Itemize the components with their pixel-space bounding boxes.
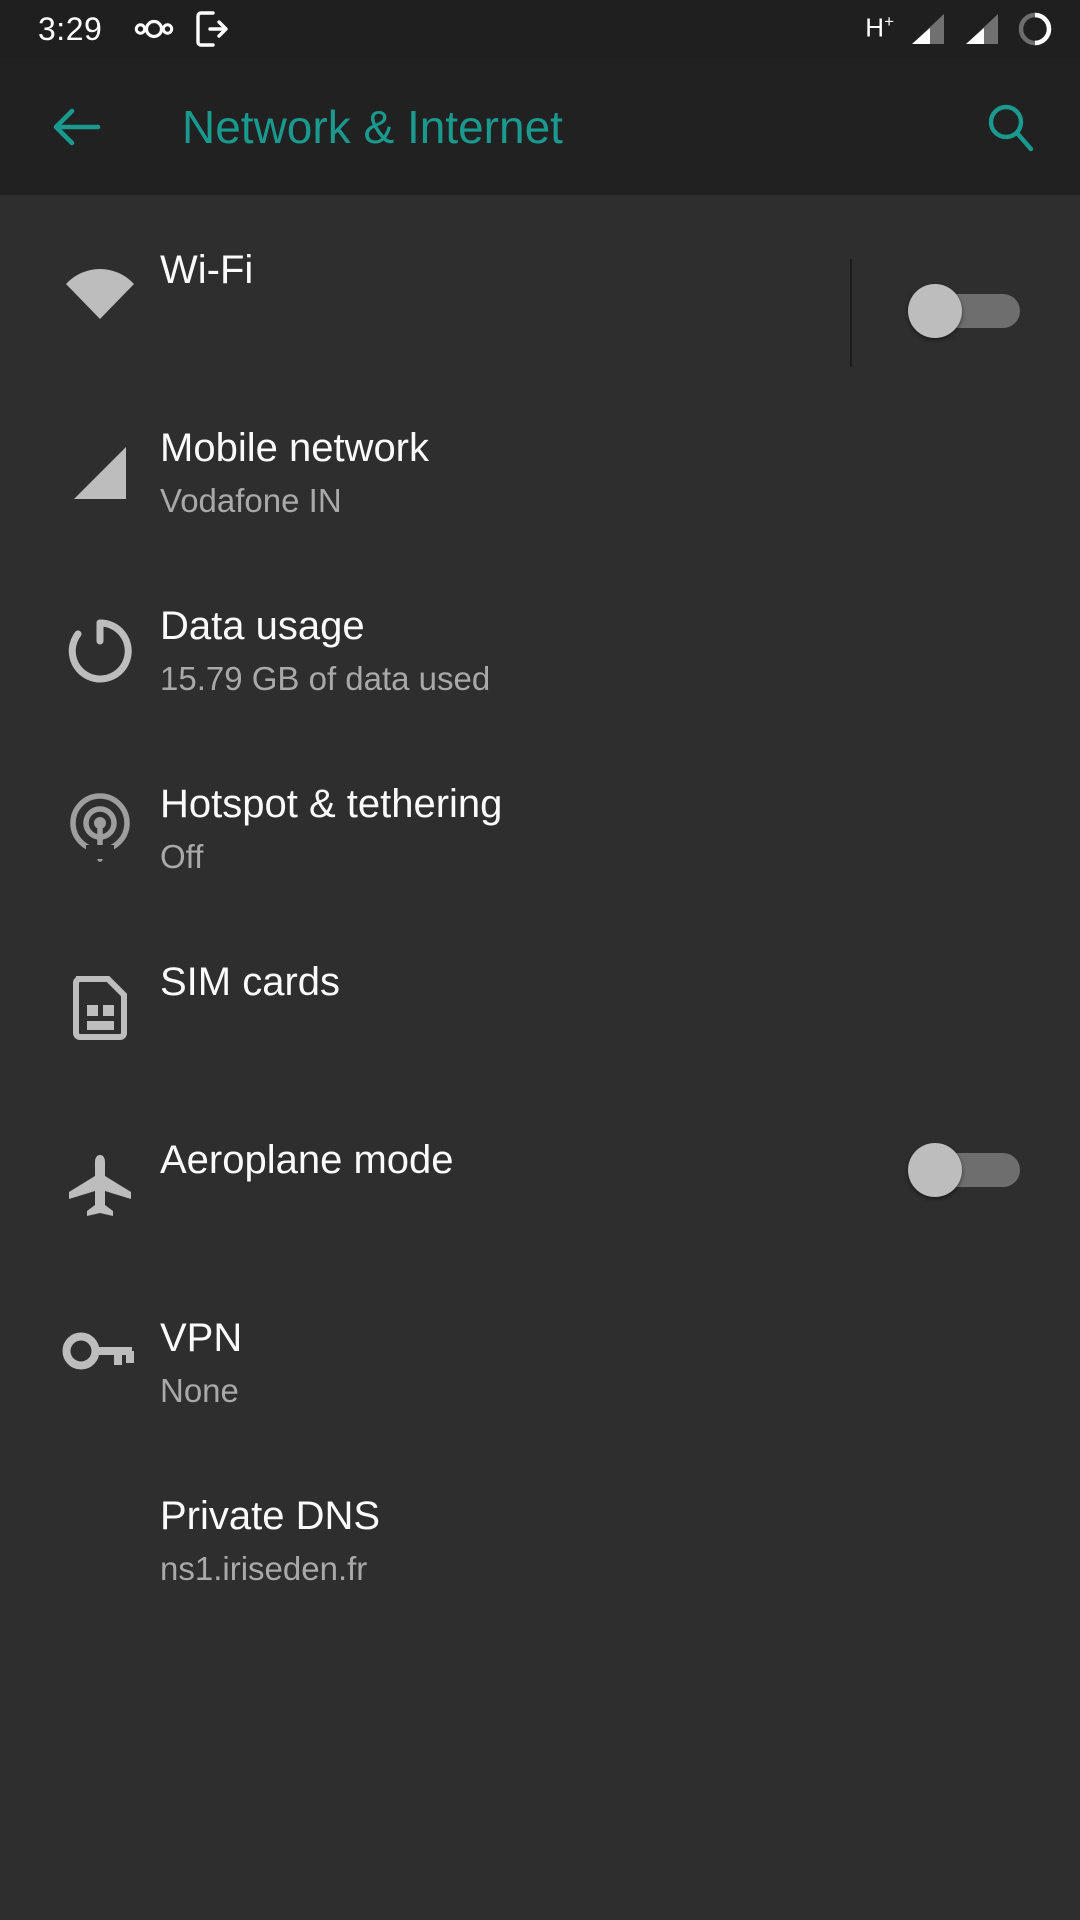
list-item-subtitle: 15.79 GB of data used <box>160 660 491 698</box>
list-item-subtitle: None <box>160 1372 239 1410</box>
signal-bars-sim1-icon <box>908 11 948 47</box>
sim-card-icon <box>40 915 160 1043</box>
signal-bars-sim2-icon <box>962 11 1002 47</box>
list-item-title: Hotspot & tethering <box>160 782 503 826</box>
list-item-widget <box>850 203 1080 367</box>
list-item-text: Data usage 15.79 GB of data used <box>160 559 1080 701</box>
list-item-text: Private DNS ns1.iriseden.fr <box>160 1449 1080 1591</box>
screen-cast-export-icon <box>196 11 228 47</box>
airplane-icon <box>40 1093 160 1223</box>
toggle-thumb <box>908 284 962 338</box>
app-bar: Network & Internet <box>0 58 1080 195</box>
list-item-sim-cards[interactable]: SIM cards <box>0 915 1080 1093</box>
list-item-hotspot-tethering[interactable]: Hotspot & tethering Off <box>0 737 1080 915</box>
list-item-private-dns[interactable]: Private DNS ns1.iriseden.fr <box>0 1449 1080 1627</box>
list-item-text: Aeroplane mode <box>160 1093 908 1184</box>
battery-circle-icon <box>1016 10 1054 48</box>
list-item-title: SIM cards <box>160 960 341 1004</box>
list-item-text: SIM cards <box>160 915 1080 1006</box>
list-item-title: Aeroplane mode <box>160 1138 454 1182</box>
list-item-title: Wi-Fi <box>160 248 254 292</box>
aeroplane-mode-toggle[interactable] <box>908 1143 1020 1197</box>
lineageos-logo-icon <box>134 16 174 42</box>
list-item-wifi[interactable]: Wi-Fi <box>0 203 1080 381</box>
vpn-key-icon <box>40 1271 160 1375</box>
network-type-label: H+ <box>865 12 894 43</box>
toggle-thumb <box>908 1143 962 1197</box>
list-item-subtitle: Vodafone IN <box>160 482 342 520</box>
list-item-title: VPN <box>160 1316 243 1360</box>
widget-divider <box>850 259 852 367</box>
list-item-text: Mobile network Vodafone IN <box>160 381 1080 523</box>
status-bar-system-icons: H+ <box>865 10 1054 48</box>
list-item-subtitle: ns1.iriseden.fr <box>160 1550 368 1588</box>
list-item-text: Hotspot & tethering Off <box>160 737 1080 879</box>
back-button[interactable] <box>40 91 112 163</box>
search-icon <box>982 99 1038 155</box>
list-item-mobile-network[interactable]: Mobile network Vodafone IN <box>0 381 1080 559</box>
list-item-text: VPN None <box>160 1271 1080 1413</box>
no-icon-placeholder <box>40 1449 160 1505</box>
signal-cellular-icon <box>40 381 160 509</box>
list-item-widget <box>908 1093 1080 1197</box>
wifi-icon <box>40 203 160 335</box>
list-item-subtitle: Off <box>160 838 204 876</box>
wifi-toggle[interactable] <box>908 284 1020 338</box>
data-usage-icon <box>40 559 160 687</box>
status-bar-clock: 3:29 <box>38 11 103 47</box>
list-item-title: Mobile network <box>160 426 430 470</box>
arrow-back-icon <box>48 99 104 155</box>
settings-list: Wi-Fi Mobile network Vodafone IN Data us… <box>0 195 1080 1627</box>
search-button[interactable] <box>974 91 1046 163</box>
status-bar[interactable]: 3:29 H+ <box>0 0 1080 58</box>
list-item-aeroplane-mode[interactable]: Aeroplane mode <box>0 1093 1080 1271</box>
hotspot-tethering-icon <box>40 737 160 865</box>
list-item-text: Wi-Fi <box>160 203 850 294</box>
list-item-data-usage[interactable]: Data usage 15.79 GB of data used <box>0 559 1080 737</box>
list-item-title: Private DNS <box>160 1494 381 1538</box>
status-bar-notification-icons <box>134 11 228 47</box>
page-title: Network & Internet <box>182 100 563 153</box>
list-item-vpn[interactable]: VPN None <box>0 1271 1080 1449</box>
list-item-title: Data usage <box>160 604 365 648</box>
